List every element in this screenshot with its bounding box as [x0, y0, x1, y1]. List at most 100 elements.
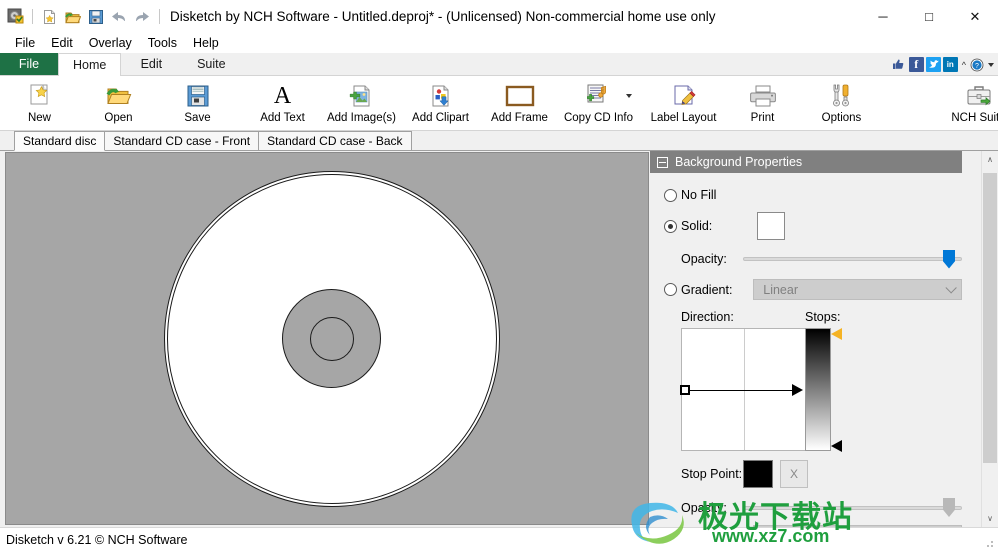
- stop-point-color-swatch[interactable]: [743, 460, 773, 488]
- facebook-icon[interactable]: f: [908, 57, 924, 72]
- options-button[interactable]: Options: [802, 77, 881, 130]
- ribbon-tab-suite[interactable]: Suite: [181, 53, 241, 75]
- solid-opacity-slider[interactable]: [743, 249, 962, 269]
- add-text-button[interactable]: A Add Text: [243, 77, 322, 130]
- undo-arrow-icon[interactable]: [109, 7, 129, 27]
- disc-canvas[interactable]: [5, 152, 649, 525]
- add-text-button-label: Add Text: [260, 112, 305, 124]
- add-clipart-button-label: Add Clipart: [412, 112, 469, 124]
- redo-arrow-icon[interactable]: [132, 7, 152, 27]
- thumbs-up-icon[interactable]: [892, 57, 907, 72]
- solid-label: Solid:: [681, 219, 713, 233]
- close-button[interactable]: ✕: [952, 0, 998, 33]
- ribbon-tab-home[interactable]: Home: [58, 53, 122, 76]
- open-folder-icon[interactable]: [63, 7, 83, 27]
- panel-scrollbar[interactable]: ∧ ∨: [981, 151, 998, 527]
- new-document-icon: [27, 82, 53, 109]
- ribbon-tab-edit[interactable]: Edit: [121, 53, 181, 75]
- copy-cd-info-button[interactable]: Copy CD Info: [559, 77, 638, 130]
- open-folder-icon: [106, 82, 132, 109]
- solid-opacity-track: [743, 257, 962, 261]
- stop-marker-end[interactable]: [831, 440, 842, 452]
- scroll-track[interactable]: [982, 168, 998, 510]
- printer-icon: [749, 82, 777, 109]
- direction-start-handle[interactable]: [680, 385, 690, 395]
- solid-opacity-label: Opacity:: [681, 252, 727, 266]
- browse-image-input[interactable]: Browse image as background: [753, 525, 962, 527]
- quick-access-toolbar: [0, 7, 164, 27]
- options-button-label: Options: [821, 112, 862, 124]
- minimize-button[interactable]: ─: [860, 0, 906, 33]
- solid-opacity-row: Opacity:: [664, 244, 962, 274]
- ribbon-tab-bar: File Home Edit Suite f in ^ ?: [0, 53, 998, 76]
- open-button[interactable]: Open: [79, 77, 158, 130]
- stop-marker-selected[interactable]: [831, 328, 842, 340]
- solid-color-swatch[interactable]: [757, 212, 785, 240]
- menu-overlay[interactable]: Overlay: [81, 34, 140, 52]
- open-button-label: Open: [104, 112, 133, 124]
- direction-stops-labels: Direction: Stops:: [664, 305, 962, 328]
- gradient-row[interactable]: Gradient: Linear: [664, 274, 962, 305]
- add-frame-button[interactable]: Add Frame: [480, 77, 559, 130]
- window-title: Disketch by NCH Software - Untitled.depr…: [170, 9, 716, 24]
- gradient-opacity-track: [743, 505, 962, 510]
- new-button-label: New: [27, 112, 51, 124]
- gradient-opacity-thumb[interactable]: [943, 498, 955, 517]
- image-row[interactable]: Image: Browse image as background: [664, 523, 962, 527]
- direction-arrow-head[interactable]: [792, 384, 803, 396]
- chevron-up-icon[interactable]: ^: [960, 60, 968, 70]
- nch-suite-button[interactable]: NCH Suite: [939, 77, 998, 130]
- chevron-down-icon: [945, 281, 957, 294]
- chevron-down-icon[interactable]: [626, 94, 632, 98]
- disketch-app-icon[interactable]: [5, 7, 25, 27]
- gradient-opacity-slider[interactable]: [743, 498, 962, 517]
- background-properties-header[interactable]: Background Properties: [650, 151, 962, 173]
- gradient-type-select[interactable]: Linear: [753, 279, 962, 300]
- collapse-icon[interactable]: [657, 156, 668, 168]
- gradient-opacity-row: Opacity:: [664, 492, 962, 523]
- social-links: f in ^ ?: [892, 53, 994, 76]
- gradient-stops-bar[interactable]: [805, 328, 842, 452]
- doc-tab-cd-case-front[interactable]: Standard CD case - Front: [104, 131, 260, 150]
- no-fill-radio[interactable]: [664, 188, 677, 202]
- solid-opacity-thumb[interactable]: [943, 249, 955, 269]
- new-document-icon[interactable]: [40, 7, 60, 27]
- add-clipart-button[interactable]: Add Clipart: [401, 77, 480, 130]
- add-images-button[interactable]: Add Image(s): [322, 77, 401, 130]
- gradient-direction-box[interactable]: [680, 328, 806, 451]
- floppy-save-icon[interactable]: [86, 7, 106, 27]
- status-text: Disketch v 6.21 © NCH Software: [6, 533, 188, 547]
- twitter-icon[interactable]: [925, 57, 941, 72]
- menu-help[interactable]: Help: [185, 34, 227, 52]
- svg-text:?: ?: [975, 63, 979, 70]
- linkedin-icon[interactable]: in: [942, 57, 958, 72]
- menu-edit[interactable]: Edit: [43, 34, 81, 52]
- doc-tab-cd-case-back[interactable]: Standard CD case - Back: [258, 131, 412, 150]
- help-dropdown-caret-icon[interactable]: [988, 62, 994, 67]
- gradient-radio[interactable]: [664, 283, 677, 296]
- stops-label: Stops:: [805, 309, 841, 324]
- save-button[interactable]: Save: [158, 77, 237, 130]
- save-button-label: Save: [184, 112, 211, 124]
- scroll-thumb[interactable]: [983, 173, 997, 463]
- scroll-up-button[interactable]: ∧: [982, 151, 998, 168]
- add-frame-icon: [505, 82, 535, 109]
- menu-file[interactable]: File: [7, 34, 43, 52]
- doc-tab-standard-disc[interactable]: Standard disc: [14, 131, 106, 151]
- solid-radio[interactable]: [664, 219, 677, 233]
- add-text-icon: A: [273, 82, 292, 109]
- gradient-type-value: Linear: [763, 282, 798, 297]
- label-layout-button[interactable]: Label Layout: [644, 77, 723, 130]
- solid-row[interactable]: Solid:: [664, 208, 962, 244]
- menu-tools[interactable]: Tools: [140, 34, 185, 52]
- status-bar: Disketch v 6.21 © NCH Software: [0, 527, 998, 552]
- no-fill-row[interactable]: No Fill: [664, 182, 962, 208]
- help-icon[interactable]: ?: [970, 58, 984, 72]
- resize-grip[interactable]: [983, 537, 995, 549]
- scroll-down-button[interactable]: ∨: [982, 510, 998, 527]
- new-button[interactable]: New: [0, 77, 79, 130]
- print-button[interactable]: Print: [723, 77, 802, 130]
- ribbon-tab-file[interactable]: File: [0, 53, 58, 75]
- maximize-button[interactable]: □: [906, 0, 952, 33]
- remove-stop-button[interactable]: X: [780, 460, 808, 488]
